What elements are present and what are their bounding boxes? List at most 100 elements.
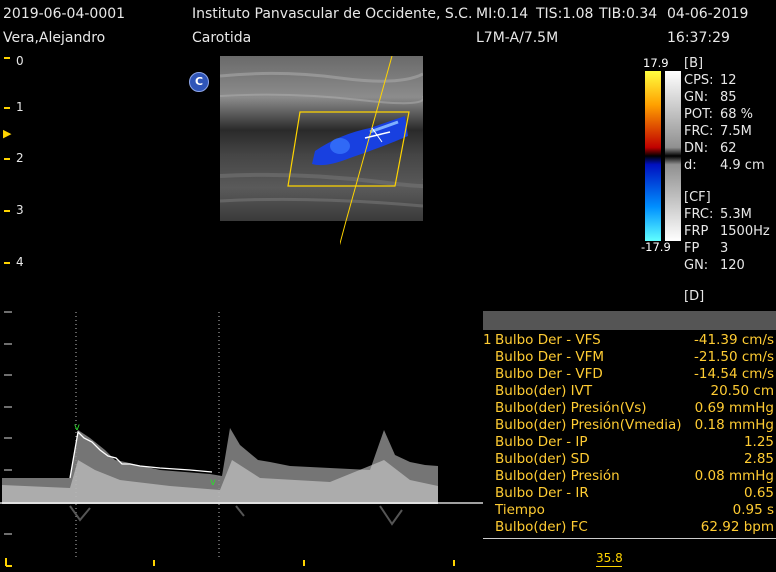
- measurement-label: Bulbo Der - VFM: [495, 349, 605, 365]
- logo-icon: C: [189, 72, 209, 92]
- d-mode-title: [D]: [684, 289, 705, 304]
- mi-index: MI:0.14: [476, 6, 529, 22]
- spectral-doppler-panel[interactable]: v v: [0, 310, 483, 568]
- measurement-value: -21.50 cm/s: [694, 349, 774, 365]
- depth-tick: [4, 57, 10, 59]
- measurement-row: Bulbo(der) SD 2.85: [483, 451, 776, 468]
- param-key: FP: [684, 241, 700, 256]
- tis-index: TIS:1.08: [536, 6, 594, 22]
- measurement-row: Bulbo Der - IP 1.25: [483, 434, 776, 451]
- param-row: DN: 62: [684, 141, 776, 158]
- param-row: POT: 68 %: [684, 107, 776, 124]
- param-value: 68 %: [720, 107, 754, 122]
- measurement-row: 1 Bulbo Der - VFS -41.39 cm/s: [483, 332, 776, 349]
- params-panel: [B] CPS: 12 GN: 85 POT: 68 % FRC: 7.5M DN: 62…: [684, 56, 776, 306]
- b-mode-title: [B]: [684, 56, 704, 71]
- param-key: FRC:: [684, 124, 714, 139]
- depth-tick: [4, 158, 10, 160]
- measurement-value: -14.54 cm/s: [694, 366, 774, 382]
- exam-time: 16:37:29: [667, 30, 730, 46]
- cursor-line-extension: [340, 221, 347, 309]
- measurement-label: Bulbo(der) Presión(Vmedia): [495, 417, 682, 433]
- param-key: FRP: [684, 224, 709, 239]
- param-value: 1500Hz: [720, 224, 770, 239]
- measurement-label: Bulbo(der) SD: [495, 451, 590, 467]
- param-row: FRC: 7.5M: [684, 124, 776, 141]
- cf-mode-title: [CF]: [684, 190, 711, 205]
- param-key: GN:: [684, 90, 709, 105]
- measurement-row: Bulbo(der) FC 62.92 bpm: [483, 519, 776, 536]
- measurement-list: 1 Bulbo Der - VFS -41.39 cm/s Bulbo Der - …: [483, 332, 776, 536]
- depth-tick: [4, 210, 10, 212]
- param-row: CPS: 12: [684, 73, 776, 90]
- measurement-row: Bulbo(der) IVT 20.50 cm: [483, 383, 776, 400]
- param-row: d: 4.9 cm: [684, 158, 776, 175]
- measurement-value: 62.92 bpm: [700, 519, 774, 535]
- peak-marker-icon: v: [74, 422, 80, 433]
- measurement-row: Bulbo Der - VFD -14.54 cm/s: [483, 366, 776, 383]
- measurement-row: Bulbo(der) Presión 0.08 mmHg: [483, 468, 776, 485]
- measurement-row: Bulbo(der) Presión(Vmedia) 0.18 mmHg: [483, 417, 776, 434]
- measurement-value: 0.65: [743, 485, 774, 501]
- param-value: 7.5M: [720, 124, 752, 139]
- velocity-color-bar: [645, 71, 661, 241]
- measurement-label: Bulbo Der - IP: [495, 434, 588, 450]
- measurement-value: 20.50 cm: [710, 383, 774, 399]
- measurement-index: 1: [483, 332, 492, 348]
- param-row: FP 3: [684, 241, 776, 258]
- measurement-value: 0.08 mmHg: [694, 468, 774, 484]
- institution-name: Instituto Panvascular de Occidente, S.C.: [192, 6, 473, 22]
- tib-index: TIB:0.34: [599, 6, 658, 22]
- param-key: DN:: [684, 141, 709, 156]
- param-value: 85: [720, 90, 737, 105]
- end-marker-icon: v: [210, 477, 216, 488]
- probe-label: L7M-A/7.5M: [476, 30, 559, 46]
- bmode-svg: [219, 55, 437, 222]
- param-key: POT:: [684, 107, 713, 122]
- spectral-svg: v v: [0, 311, 483, 567]
- depth-label-0: 0: [16, 54, 24, 68]
- param-key: d:: [684, 158, 697, 173]
- param-value: 4.9 cm: [720, 158, 765, 173]
- depth-tick: [4, 107, 10, 109]
- depth-scale: 0 1 ▶ 2 3 4: [0, 50, 40, 310]
- measurement-value: 0.69 mmHg: [694, 400, 774, 416]
- measurement-label: Tiempo: [495, 502, 545, 518]
- measurement-label: Bulbo Der - VFS: [495, 332, 601, 348]
- exam-date: 04-06-2019: [667, 6, 749, 22]
- measurement-row: Bulbo Der - VFM -21.50 cm/s: [483, 349, 776, 366]
- exam-type: Carotida: [192, 30, 252, 46]
- param-value: 5.3M: [720, 207, 752, 222]
- measurement-label: Bulbo(der) FC: [495, 519, 588, 535]
- param-key: GN:: [684, 258, 709, 273]
- sweep-underline: [596, 566, 622, 567]
- depth-label-3: 3: [16, 203, 24, 217]
- measurement-value: -41.39 cm/s: [694, 332, 774, 348]
- measurement-header-bar: [483, 311, 776, 330]
- measurement-row: Bulbo Der - IR 0.65: [483, 485, 776, 502]
- measurement-value: 0.18 mmHg: [694, 417, 774, 433]
- measurement-label: Bulbo(der) IVT: [495, 383, 593, 399]
- color-scale-max: 17.9: [643, 56, 669, 70]
- param-value: 12: [720, 73, 737, 88]
- gray-color-bar: [665, 71, 681, 241]
- param-row: FRC: 5.3M: [684, 207, 776, 224]
- measurement-value: 1.25: [743, 434, 774, 450]
- param-row: GN: 85: [684, 90, 776, 107]
- param-key: CPS:: [684, 73, 714, 88]
- bmode-image[interactable]: [219, 55, 437, 222]
- measurement-row: Tiempo 0.95 s: [483, 502, 776, 519]
- param-row: GN: 120: [684, 258, 776, 275]
- measurement-label: Bulbo Der - VFD: [495, 366, 603, 382]
- depth-label-1: 1: [16, 100, 24, 114]
- patient-name: Vera,Alejandro: [3, 30, 106, 46]
- param-value: 62: [720, 141, 737, 156]
- sweep-speed: 35.8: [596, 551, 623, 565]
- measurement-value: 2.85: [743, 451, 774, 467]
- patient-id: 2019-06-04-0001: [3, 6, 126, 22]
- measurement-label: Bulbo(der) Presión: [495, 468, 620, 484]
- color-scale-min: -17.9: [641, 240, 671, 254]
- measurement-label: Bulbo Der - IR: [495, 485, 589, 501]
- param-value: 120: [720, 258, 745, 273]
- measurement-row: Bulbo(der) Presión(Vs) 0.69 mmHg: [483, 400, 776, 417]
